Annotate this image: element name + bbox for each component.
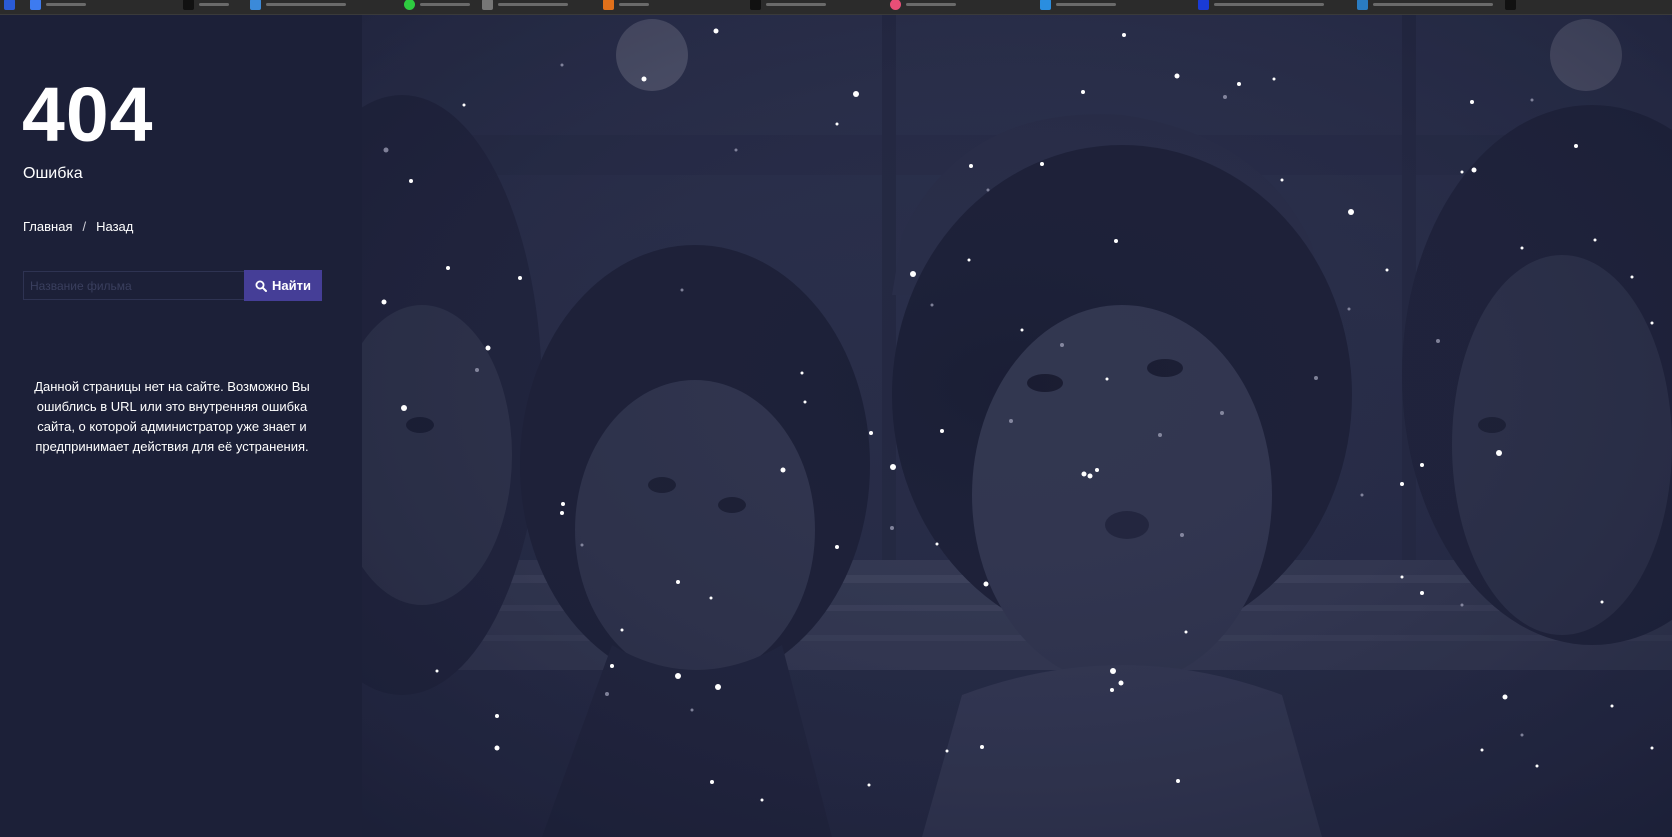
search-form: Найти: [23, 270, 322, 302]
bookmark-favicon-icon: [1198, 0, 1209, 10]
bookmark-favicon-icon: [482, 0, 493, 10]
error-label: Ошибка: [23, 165, 83, 182]
bookmark-item[interactable]: [404, 0, 470, 10]
breadcrumb-back-link[interactable]: Назад: [96, 219, 133, 234]
search-button[interactable]: Найти: [244, 270, 322, 301]
hero-photo-illustration: [362, 15, 1672, 837]
breadcrumb-separator: /: [82, 219, 87, 234]
sidebar: 404 Ошибка Главная / Назад Найти Данной …: [0, 15, 362, 837]
bookmark-item[interactable]: [750, 0, 826, 10]
bookmark-item[interactable]: [250, 0, 346, 10]
bookmark-favicon-icon: [183, 0, 194, 10]
bookmark-item[interactable]: [4, 0, 15, 10]
bookmark-item[interactable]: [1505, 0, 1516, 10]
search-button-label: Найти: [272, 278, 311, 293]
bookmark-item[interactable]: [1198, 0, 1324, 10]
bookmark-favicon-icon: [30, 0, 41, 10]
bookmark-favicon-icon: [603, 0, 614, 10]
bookmark-item[interactable]: [30, 0, 86, 10]
hero-background-image: [362, 15, 1672, 837]
bookmark-item[interactable]: [603, 0, 649, 10]
bookmark-favicon-icon: [404, 0, 415, 10]
bookmark-favicon-icon: [4, 0, 15, 10]
breadcrumb: Главная / Назад: [23, 219, 133, 234]
bookmark-favicon-icon: [750, 0, 761, 10]
bookmark-favicon-icon: [890, 0, 901, 10]
bookmark-item[interactable]: [482, 0, 568, 10]
error-message: Данной страницы нет на сайте. Возможно В…: [34, 379, 310, 454]
bookmark-favicon-icon: [250, 0, 261, 10]
bookmark-favicon-icon: [1040, 0, 1051, 10]
breadcrumb-home-link[interactable]: Главная: [23, 219, 72, 234]
search-input[interactable]: [23, 271, 244, 300]
bookmark-item[interactable]: [1040, 0, 1116, 10]
bookmark-item[interactable]: [890, 0, 956, 10]
bookmark-item[interactable]: [183, 0, 229, 10]
bookmark-favicon-icon: [1505, 0, 1516, 10]
error-code: 404: [22, 72, 154, 158]
bookmark-favicon-icon: [1357, 0, 1368, 10]
bookmark-item[interactable]: [1357, 0, 1493, 10]
search-icon: [255, 280, 268, 292]
bookmarks-bar: [0, 0, 1672, 15]
